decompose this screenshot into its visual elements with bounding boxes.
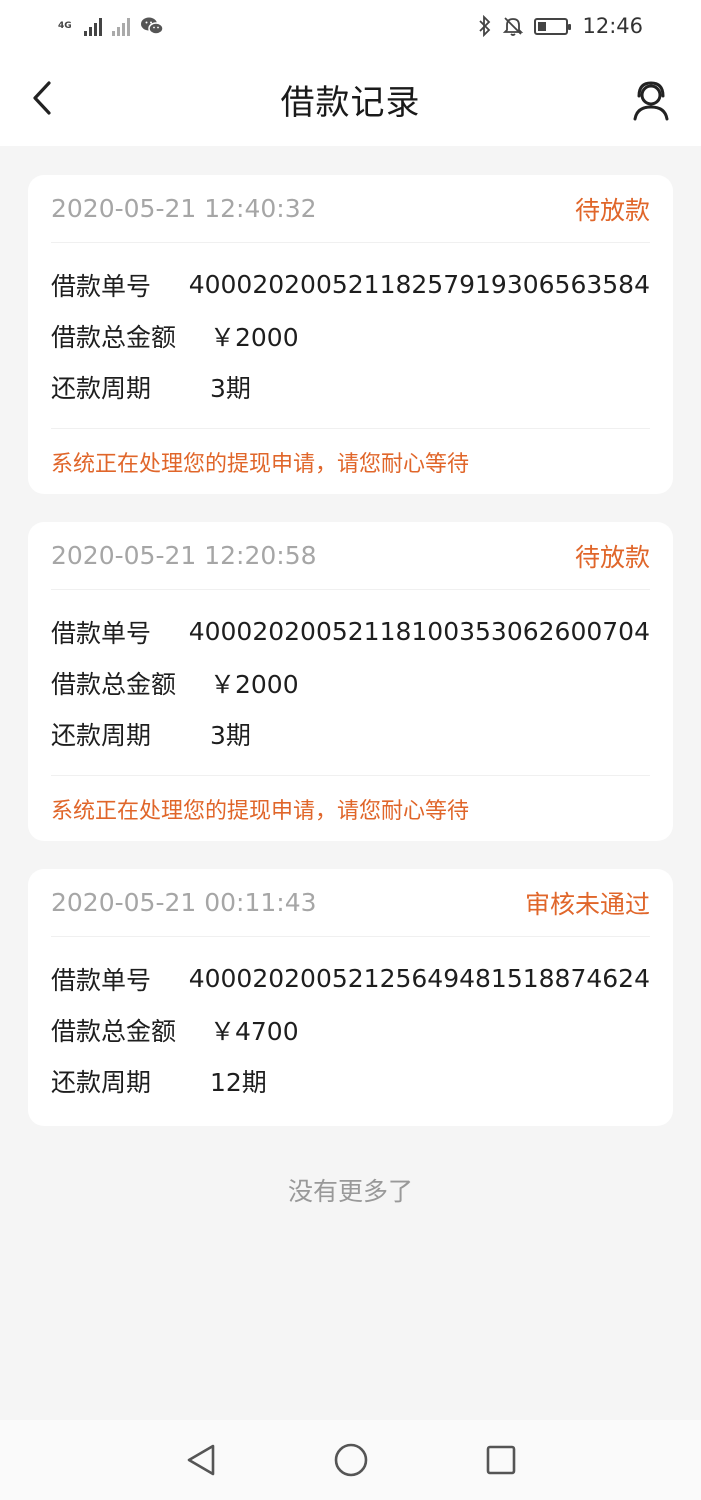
card-body: 借款单号 40002020052118100353062600704 借款总金额… bbox=[51, 590, 650, 775]
field-label: 借款总金额 bbox=[51, 669, 177, 699]
loan-record-card[interactable]: 2020-05-21 12:20:58 待放款 借款单号 40002020052… bbox=[28, 522, 673, 841]
card-body: 借款单号 40002020052118257919306563584 借款总金额… bbox=[51, 243, 650, 428]
circle-home-icon bbox=[334, 1443, 367, 1477]
status-badge: 待放款 bbox=[574, 195, 650, 225]
customer-service-icon bbox=[633, 81, 669, 121]
loan-record-card[interactable]: 2020-05-21 00:11:43 审核未通过 借款单号 400020200… bbox=[28, 869, 673, 1126]
field-label: 借款总金额 bbox=[51, 1016, 177, 1046]
loan-number: 40002020052125649481518874624 bbox=[188, 964, 650, 993]
mute-icon bbox=[503, 17, 524, 36]
loan-amount-row: 借款总金额 ￥4700 bbox=[51, 1004, 650, 1055]
card-header: 2020-05-21 12:20:58 待放款 bbox=[51, 522, 650, 590]
signal-off-icon bbox=[111, 16, 130, 36]
status-bar: 4G 12:46 bbox=[0, 0, 701, 52]
header: 借款记录 bbox=[0, 52, 701, 146]
nav-back-button[interactable] bbox=[176, 1435, 226, 1485]
card-header: 2020-05-21 12:40:32 待放款 bbox=[51, 175, 650, 243]
status-right: 12:46 bbox=[478, 14, 643, 38]
loan-number-row: 借款单号 40002020052125649481518874624 bbox=[51, 953, 650, 1004]
network-type: 4G bbox=[58, 20, 72, 31]
repayment-period-row: 还款周期 3期 bbox=[51, 361, 650, 412]
system-nav-bar bbox=[0, 1420, 701, 1500]
loan-amount: ￥4700 bbox=[210, 1016, 299, 1046]
card-header: 2020-05-21 00:11:43 审核未通过 bbox=[51, 869, 650, 937]
loan-amount: ￥2000 bbox=[210, 669, 299, 699]
loan-record-card[interactable]: 2020-05-21 12:40:32 待放款 借款单号 40002020052… bbox=[28, 175, 673, 494]
loan-amount-row: 借款总金额 ￥2000 bbox=[51, 657, 650, 708]
wechat-icon bbox=[140, 17, 164, 35]
loan-number-row: 借款单号 40002020052118257919306563584 bbox=[51, 259, 650, 310]
repayment-period-row: 还款周期 12期 bbox=[51, 1055, 650, 1106]
status-left: 4G bbox=[58, 16, 164, 36]
repayment-period: 3期 bbox=[210, 373, 251, 403]
field-label: 借款单号 bbox=[51, 618, 152, 648]
loan-amount: ￥2000 bbox=[210, 322, 299, 352]
status-badge: 审核未通过 bbox=[524, 889, 650, 919]
no-more-text: 没有更多了 bbox=[287, 1177, 413, 1206]
customer-service-button[interactable] bbox=[629, 78, 673, 122]
signal-icon bbox=[83, 16, 102, 36]
status-time: 12:46 bbox=[582, 14, 643, 38]
card-body: 借款单号 40002020052125649481518874624 借款总金额… bbox=[51, 937, 650, 1126]
card-note: 系统正在处理您的提现申请，请您耐心等待 bbox=[51, 775, 650, 841]
record-time: 2020-05-21 00:11:43 bbox=[51, 888, 317, 917]
page-title: 借款记录 bbox=[280, 82, 421, 123]
loan-amount-row: 借款总金额 ￥2000 bbox=[51, 310, 650, 361]
field-label: 借款单号 bbox=[51, 271, 152, 301]
repayment-period: 12期 bbox=[210, 1067, 267, 1097]
battery-icon bbox=[534, 17, 572, 35]
loan-number-row: 借款单号 40002020052118100353062600704 bbox=[51, 606, 650, 657]
back-button[interactable] bbox=[22, 76, 62, 120]
square-recents-icon bbox=[486, 1445, 515, 1475]
status-badge: 待放款 bbox=[574, 542, 650, 572]
card-note: 系统正在处理您的提现申请，请您耐心等待 bbox=[51, 428, 650, 494]
record-time: 2020-05-21 12:20:58 bbox=[51, 541, 317, 570]
chevron-left-icon bbox=[33, 81, 51, 115]
field-label: 还款周期 bbox=[51, 373, 152, 403]
loan-record-list: 2020-05-21 12:40:32 待放款 借款单号 40002020052… bbox=[28, 175, 673, 1154]
loan-number: 40002020052118257919306563584 bbox=[188, 270, 650, 299]
nav-home-button[interactable] bbox=[326, 1435, 376, 1485]
triangle-back-icon bbox=[187, 1444, 214, 1476]
loan-number: 40002020052118100353062600704 bbox=[188, 617, 650, 646]
repayment-period: 3期 bbox=[210, 720, 251, 750]
field-label: 还款周期 bbox=[51, 1067, 152, 1097]
record-time: 2020-05-21 12:40:32 bbox=[51, 194, 317, 223]
field-label: 借款总金额 bbox=[51, 322, 177, 352]
field-label: 还款周期 bbox=[51, 720, 152, 750]
field-label: 借款单号 bbox=[51, 965, 152, 995]
nav-recents-button[interactable] bbox=[476, 1435, 526, 1485]
bluetooth-icon bbox=[479, 15, 491, 37]
repayment-period-row: 还款周期 3期 bbox=[51, 708, 650, 759]
